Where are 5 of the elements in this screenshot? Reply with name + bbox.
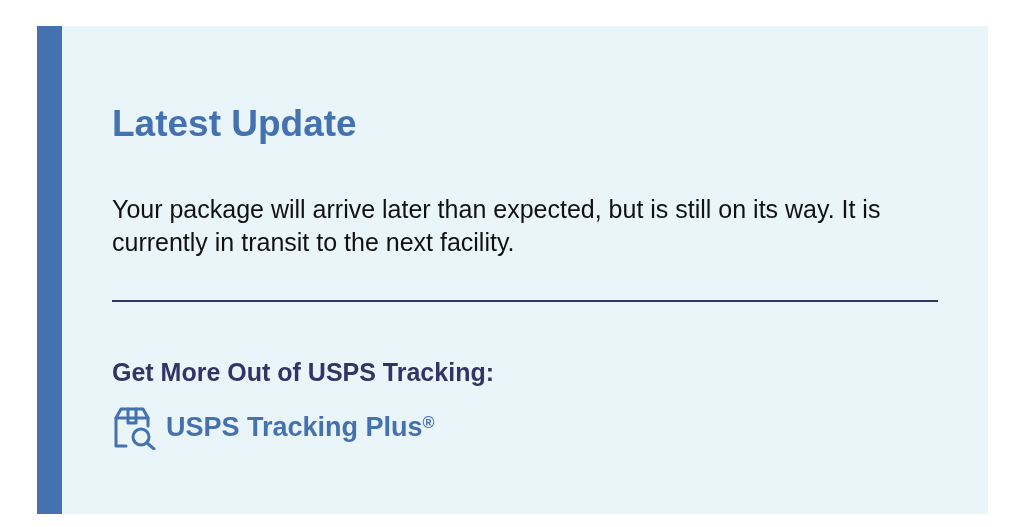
section-heading: Get More Out of USPS Tracking: [112, 357, 495, 389]
package-search-icon [112, 405, 158, 450]
panel-title: Latest Update [112, 104, 358, 145]
tracking-plus-link[interactable]: USPS Tracking Plus$^{®}$ [166, 407, 435, 448]
update-message: Your package will arrive later than expected, but is still on its way. It is currently in transit to the next facility. [112, 193, 882, 259]
